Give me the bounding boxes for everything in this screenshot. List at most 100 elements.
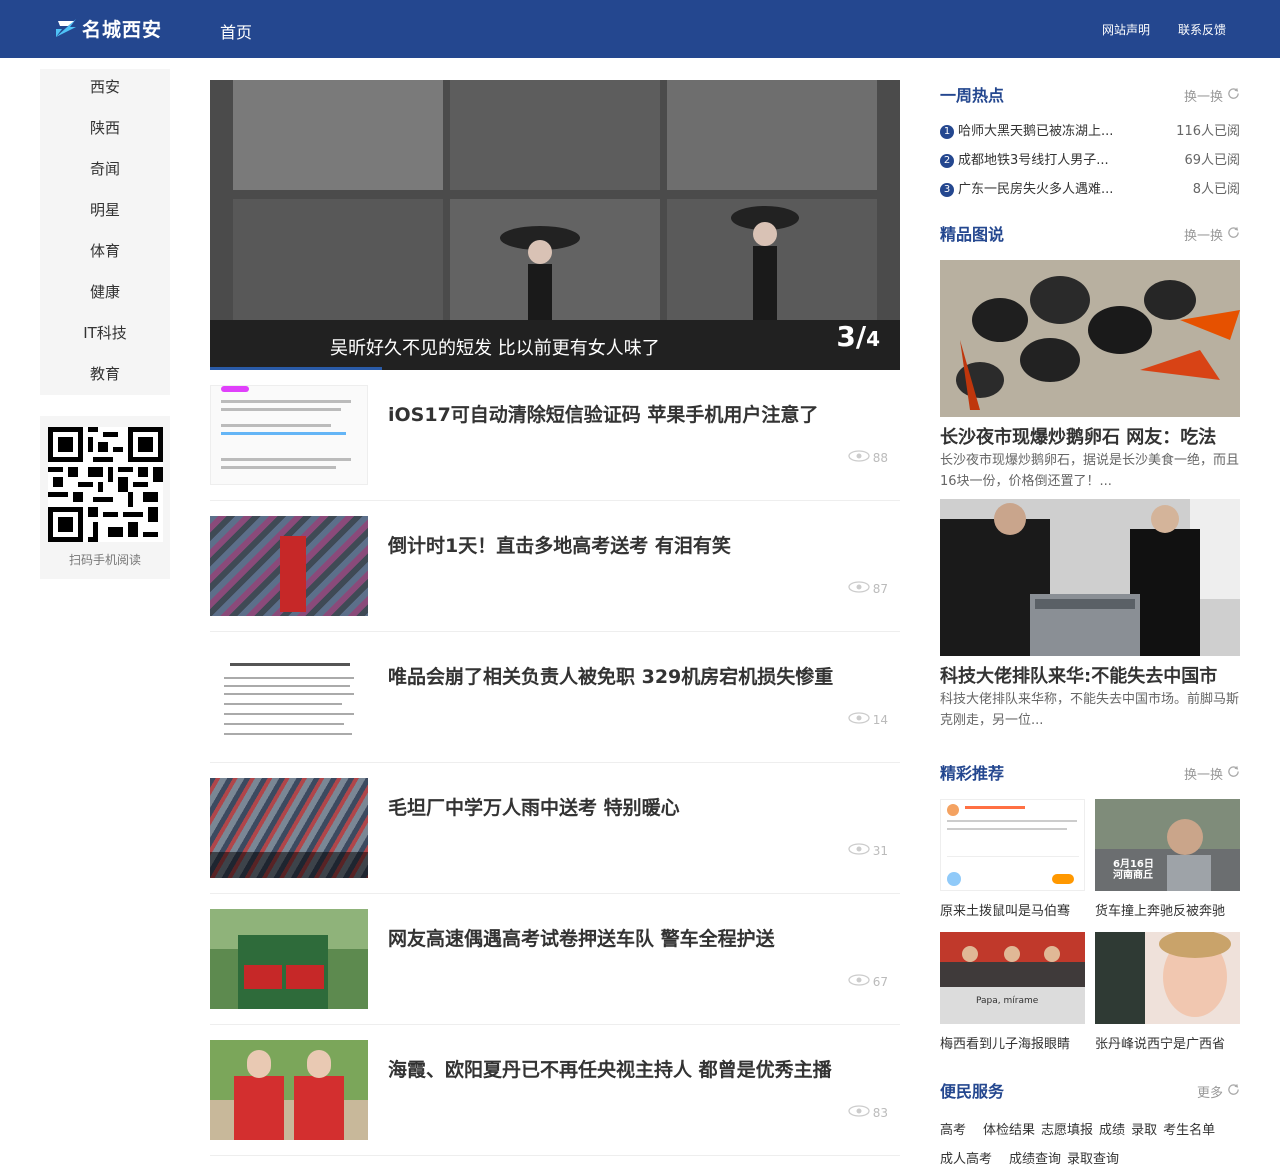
recommend-caption[interactable]: 货车撞上奔驰反被奔驰: [1095, 900, 1245, 919]
refresh-button[interactable]: 换一换: [1184, 86, 1240, 105]
recommend-image[interactable]: Papa, mírame: [940, 932, 1085, 1024]
picture-talk-desc: 科技大佬排队来华称，不能失去中国市场。前脚马斯克刚走，另一位...: [940, 692, 1240, 728]
nav-home-link[interactable]: 首页: [220, 19, 252, 43]
section-title: 精品图说: [940, 225, 1005, 244]
recommend-image[interactable]: [1095, 932, 1240, 1024]
service-link[interactable]: 高考: [940, 1119, 966, 1138]
stadium-photo: [940, 932, 1085, 1024]
category-item[interactable]: IT科技: [40, 315, 170, 356]
news-title[interactable]: 唯品会崩了相关负责人被免职 329机房宕机损失惨重: [388, 662, 833, 689]
site-statement-link[interactable]: 网站声明: [1102, 21, 1150, 38]
service-link[interactable]: 成绩: [1099, 1119, 1125, 1138]
news-thumbnail[interactable]: [210, 516, 368, 616]
featured-slider[interactable]: 吴昕好久不见的短发 比以前更有女人味了 3/4: [210, 80, 900, 370]
service-link[interactable]: 成人高考: [940, 1148, 992, 1167]
hot-item-title: 哈师大黑天鹅已被冻湖上...: [958, 124, 1114, 139]
tech-photo: [940, 499, 1240, 656]
picture-talk-image[interactable]: [940, 499, 1240, 656]
refresh-icon: [1227, 226, 1240, 243]
refresh-icon: [1227, 765, 1240, 782]
view-count: 83: [848, 1105, 888, 1120]
rank-badge: 1: [940, 125, 954, 139]
recommend-image[interactable]: [940, 799, 1085, 891]
recommend-caption[interactable]: 原来土拨鼠叫是马伯骞: [940, 900, 1090, 919]
category-item[interactable]: 明星: [40, 192, 170, 233]
hot-item-link[interactable]: 1 哈师大黑天鹅已被冻湖上...: [940, 120, 1113, 139]
view-count: 87: [848, 581, 888, 596]
top-links: 网站声明 联系反馈: [1102, 21, 1226, 38]
site-logo[interactable]: 名城西安: [54, 13, 162, 43]
category-item[interactable]: 西安: [40, 69, 170, 110]
news-thumbnail[interactable]: [210, 909, 368, 1009]
overlay-date: 6月16日: [1113, 859, 1154, 870]
slide-figure: [500, 226, 580, 320]
refresh-label: 换一换: [1183, 90, 1223, 105]
news-thumbnail[interactable]: [210, 647, 368, 747]
news-thumbnail[interactable]: [210, 1040, 368, 1140]
refresh-icon: [1227, 87, 1240, 104]
news-title[interactable]: 海霞、欧阳夏丹已不再任央视主持人 都曾是优秀主播: [388, 1055, 832, 1082]
hot-item-title: 广东一民房失火多人遇难...: [958, 182, 1114, 197]
view-count: 67: [848, 974, 888, 989]
poster-text: Papa, mírame: [976, 996, 1039, 1006]
weekly-hot-header: 一周热点 换一换: [940, 82, 1240, 106]
qr-caption: 扫码手机阅读: [68, 553, 141, 567]
service-link[interactable]: 志愿填报: [1041, 1119, 1093, 1138]
slide-total: 4: [866, 327, 880, 351]
rank-badge: 3: [940, 183, 954, 197]
news-item: 倒计时1天！直击多地高考送考 有泪有笑 87: [210, 501, 900, 632]
hot-item: 2 成都地铁3号线打人男子... 69人已阅: [940, 149, 1240, 171]
category-item[interactable]: 健康: [40, 274, 170, 315]
section-title: 精彩推荐: [940, 764, 1005, 783]
view-count-value: 67: [872, 974, 888, 989]
eye-icon: [848, 843, 870, 858]
slide-caption[interactable]: 吴昕好久不见的短发 比以前更有女人味了: [330, 334, 660, 360]
hot-item-link[interactable]: 2 成都地铁3号线打人男子...: [940, 149, 1109, 168]
read-count: 116人已阅: [1176, 124, 1240, 139]
service-link[interactable]: 录取查询: [1067, 1148, 1119, 1167]
service-link[interactable]: 体检结果: [983, 1119, 1035, 1138]
category-item[interactable]: 教育: [40, 356, 170, 397]
refresh-button[interactable]: 换一换: [1184, 764, 1240, 783]
qr-code: [48, 427, 163, 542]
category-item[interactable]: 奇闻: [40, 151, 170, 192]
news-title[interactable]: iOS17可自动清除短信验证码 苹果手机用户注意了: [388, 400, 818, 427]
recommend-header: 精彩推荐 换一换: [940, 760, 1240, 784]
news-item: 海霞、欧阳夏丹已不再任央视主持人 都曾是优秀主播 83: [210, 1025, 900, 1156]
hot-item-link[interactable]: 3 广东一民房失火多人遇难...: [940, 178, 1113, 197]
news-title[interactable]: 倒计时1天！直击多地高考送考 有泪有笑: [388, 531, 731, 558]
more-label: 更多: [1196, 1086, 1223, 1101]
picture-talk-title[interactable]: 科技大佬排队来华:不能失去中国市: [940, 662, 1240, 688]
news-thumbnail[interactable]: [210, 385, 368, 485]
picture-talk-title[interactable]: 长沙夜市现爆炒鹅卵石 网友：吃法: [940, 423, 1240, 449]
service-link[interactable]: 成绩查询: [1009, 1148, 1061, 1167]
hot-item: 1 哈师大黑天鹅已被冻湖上... 116人已阅: [940, 120, 1240, 142]
view-count-value: 87: [872, 581, 888, 596]
slide-photo: [667, 80, 877, 190]
category-item[interactable]: 陕西: [40, 110, 170, 151]
contact-feedback-link[interactable]: 联系反馈: [1178, 21, 1226, 38]
news-title[interactable]: 网友高速偶遇高考试卷押送车队 警车全程护送: [388, 924, 775, 951]
rank-badge: 2: [940, 154, 954, 168]
refresh-button[interactable]: 换一换: [1184, 225, 1240, 244]
picture-talk-image[interactable]: [940, 260, 1240, 417]
eye-icon: [848, 974, 870, 989]
category-sidebar: 西安 陕西 奇闻 明星 体育 健康 IT科技 教育: [40, 69, 170, 395]
slide-photo: [233, 199, 443, 320]
news-thumbnail[interactable]: [210, 778, 368, 878]
news-title[interactable]: 毛坦厂中学万人雨中送考 特别暖心: [388, 793, 680, 820]
news-item: iOS17可自动清除短信验证码 苹果手机用户注意了 88: [210, 370, 900, 501]
view-count-value: 31: [872, 843, 888, 858]
hot-item-title: 成都地铁3号线打人男子...: [958, 153, 1109, 168]
service-link[interactable]: 考生名单: [1163, 1119, 1215, 1138]
recommend-caption[interactable]: 梅西看到儿子海报眼睛: [940, 1033, 1090, 1052]
service-link[interactable]: 录取: [1131, 1119, 1157, 1138]
eye-icon: [848, 712, 870, 727]
more-button[interactable]: 更多: [1197, 1082, 1240, 1101]
eye-icon: [848, 581, 870, 596]
recommend-caption[interactable]: 张丹峰说西宁是广西省: [1095, 1033, 1245, 1052]
recommend-image[interactable]: 6月16日 河南商丘: [1095, 799, 1240, 891]
refresh-icon: [1227, 1083, 1240, 1100]
category-item[interactable]: 体育: [40, 233, 170, 274]
services-header: 便民服务 更多: [940, 1078, 1240, 1102]
